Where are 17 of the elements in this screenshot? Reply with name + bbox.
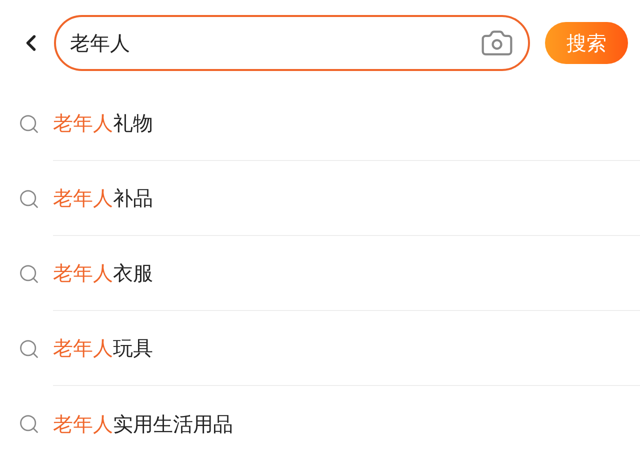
suggestion-text: 老年人实用生活用品 (53, 410, 233, 438)
search-icon (18, 412, 40, 434)
suggestion-item[interactable]: 老年人礼物 (0, 86, 640, 161)
suggestion-text: 老年人礼物 (53, 110, 153, 137)
suggestion-item[interactable]: 老年人补品 (0, 161, 640, 236)
search-icon (18, 338, 40, 360)
search-icon (18, 112, 40, 134)
search-icon (18, 262, 40, 284)
suggestion-text: 老年人玩具 (53, 335, 153, 362)
suggestion-text: 老年人补品 (53, 185, 153, 212)
search-input[interactable]: 老年人 (70, 28, 480, 58)
search-icon (18, 188, 40, 210)
suggestion-item[interactable]: 老年人玩具 (0, 311, 640, 386)
search-field[interactable]: 老年人 (54, 15, 530, 71)
suggestion-item[interactable]: 老年人实用生活用品 (0, 386, 640, 451)
suggestion-item[interactable]: 老年人衣服 (0, 236, 640, 311)
suggestion-text: 老年人衣服 (53, 260, 153, 287)
